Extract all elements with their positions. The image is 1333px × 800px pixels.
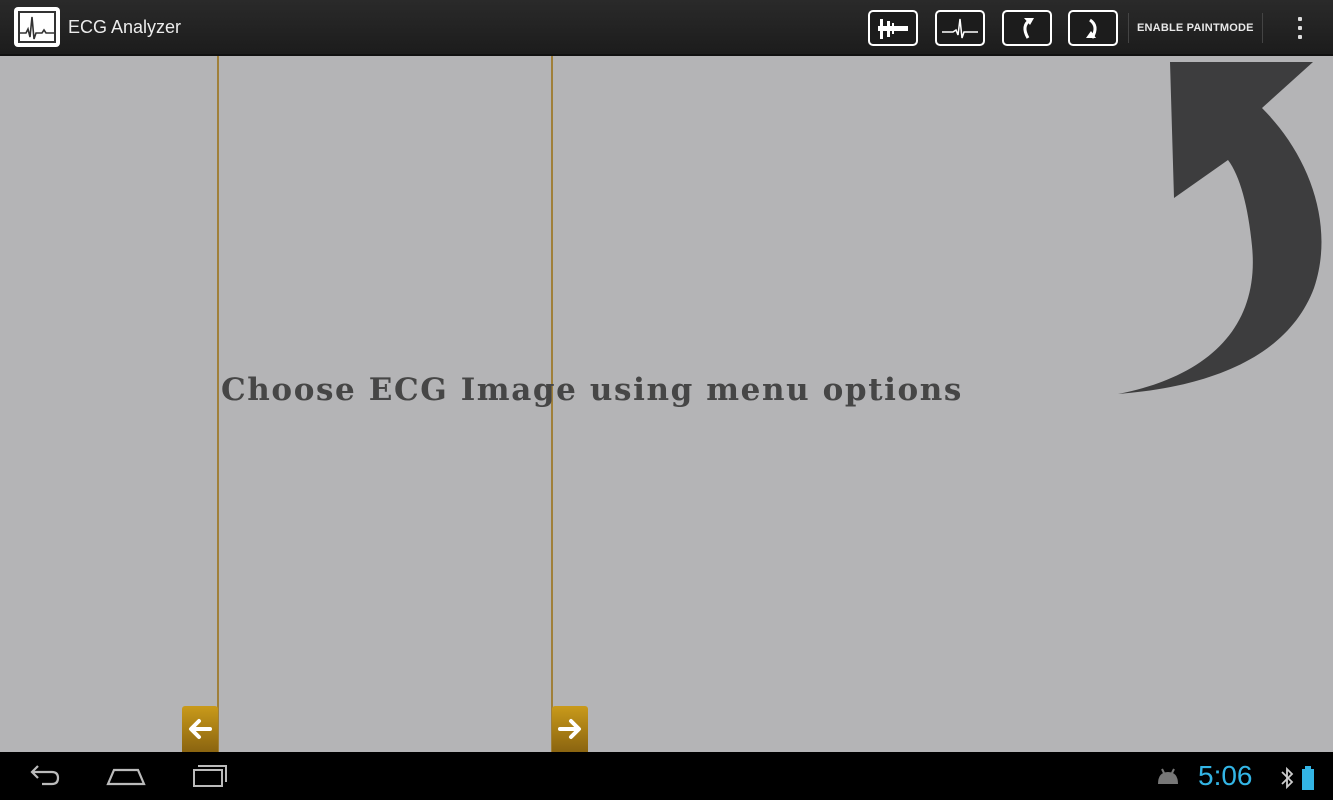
back-icon[interactable]	[24, 760, 62, 792]
rotate-right-icon	[1086, 18, 1097, 39]
arrow-left-icon	[189, 719, 212, 739]
ecg-trace-icon	[942, 18, 978, 39]
rotate-left-icon	[1023, 18, 1034, 39]
ecg-canvas[interactable]: Choose ECG Image using menu options	[0, 56, 1333, 752]
caliper-icon	[878, 19, 908, 39]
rotate-right-button[interactable]	[1068, 10, 1118, 46]
arrow-right-icon	[558, 719, 581, 739]
app-title: ECG Analyzer	[68, 17, 182, 37]
choose-image-hint: Choose ECG Image using menu options	[221, 372, 963, 408]
curved-arrow-icon	[1118, 62, 1322, 394]
action-bar: ECG Analyzer ENABLE PAINTMODE	[0, 0, 1333, 56]
enable-paintmode-button[interactable]: ENABLE PAINTMODE	[1128, 13, 1263, 43]
left-cursor-line[interactable]	[217, 56, 219, 752]
left-cursor-handle[interactable]	[182, 706, 218, 752]
ecg-trace-button[interactable]	[935, 10, 985, 46]
battery-icon	[1302, 766, 1314, 790]
rotate-left-button[interactable]	[1002, 10, 1052, 46]
system-navigation-bar: 5:06	[0, 752, 1333, 800]
android-debug-icon	[1158, 768, 1178, 784]
ecg-app-icon[interactable]	[14, 7, 60, 47]
caliper-button[interactable]	[868, 10, 918, 46]
recent-apps-icon[interactable]	[190, 760, 230, 792]
clock: 5:06	[1198, 760, 1253, 791]
bluetooth-icon	[1281, 766, 1294, 790]
right-cursor-handle[interactable]	[552, 706, 588, 752]
home-icon[interactable]	[104, 760, 148, 792]
overflow-menu-icon[interactable]	[1286, 13, 1314, 43]
